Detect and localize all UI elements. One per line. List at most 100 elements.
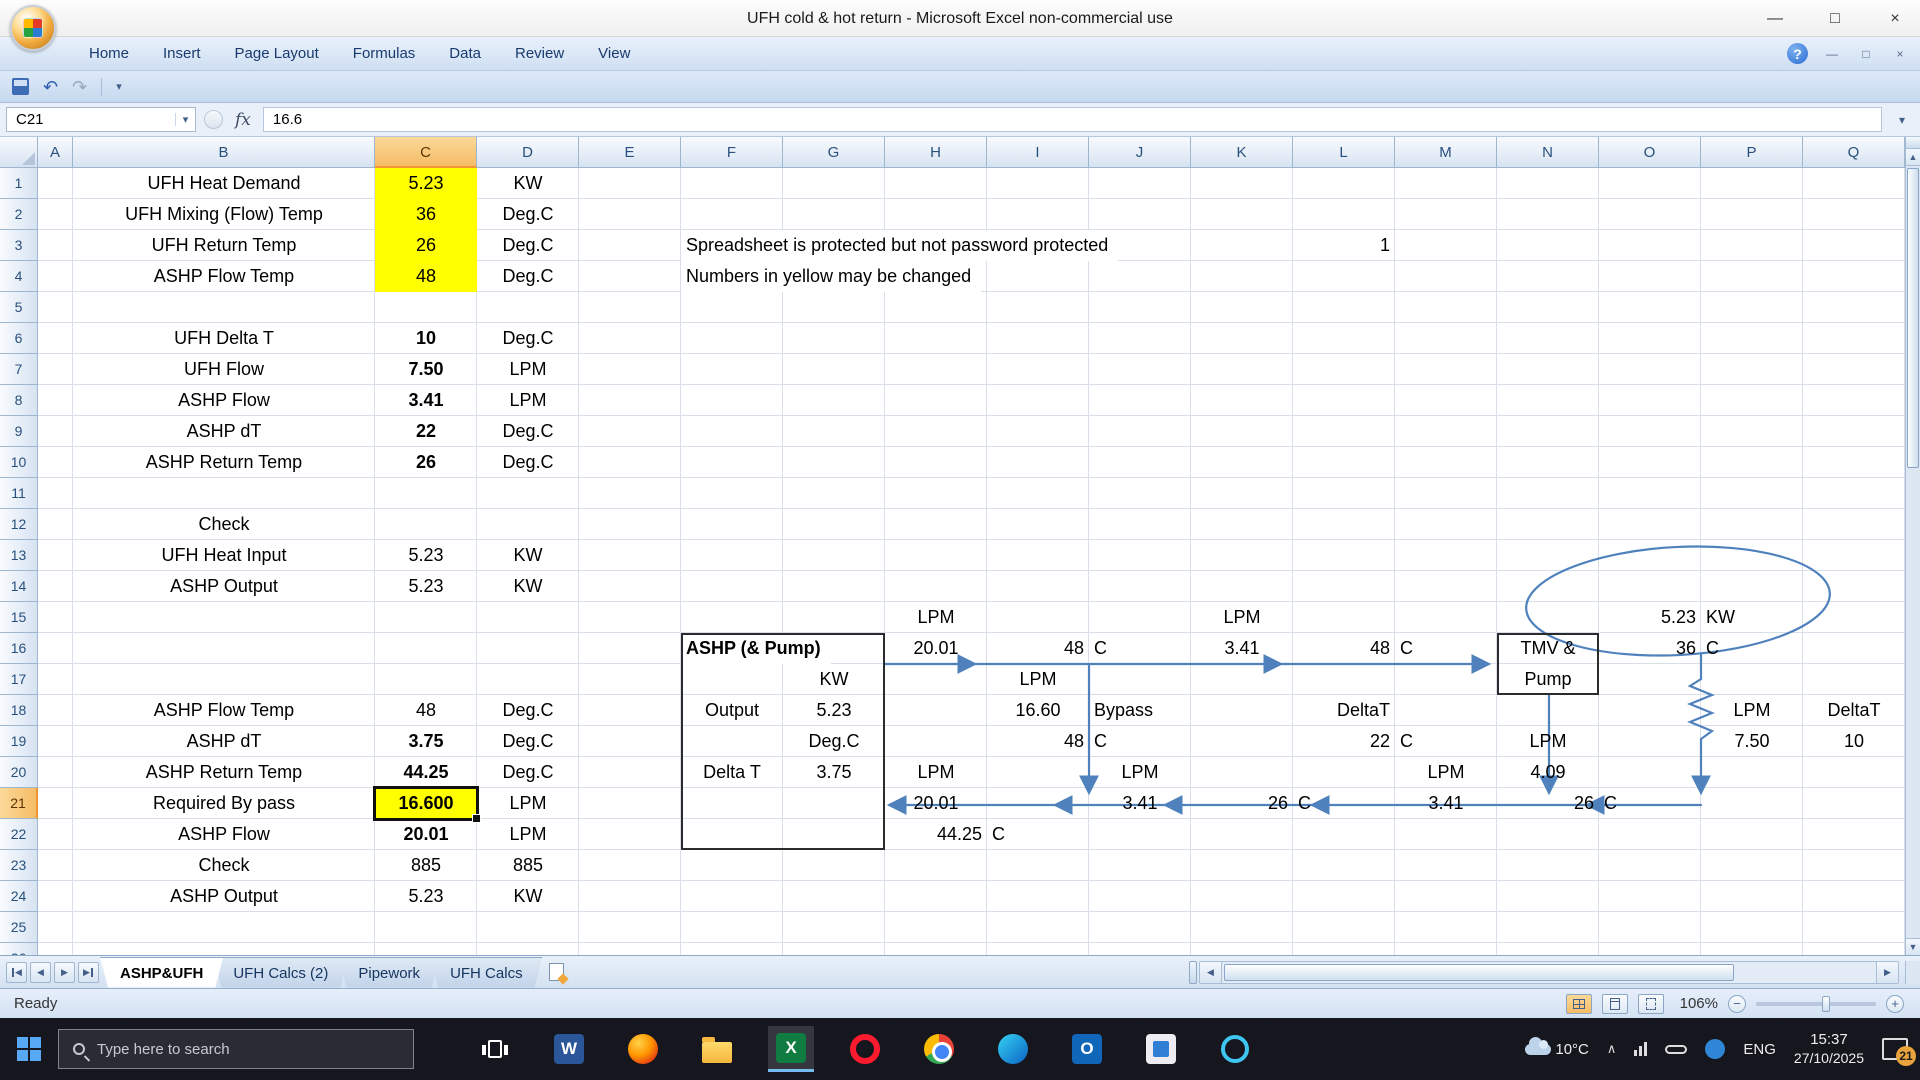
scroll-right-icon[interactable]: ▶ [1876, 961, 1898, 983]
tab-split-handle[interactable] [1189, 960, 1197, 984]
cell-D24[interactable]: KW [477, 881, 579, 912]
cell-B20[interactable]: ASHP Return Temp [73, 757, 375, 788]
cell-C8[interactable]: 3.41 [375, 385, 477, 416]
cell-K15[interactable]: LPM [1191, 602, 1293, 633]
cell-I18[interactable]: 16.60 [987, 695, 1089, 726]
cell-C20[interactable]: 44.25 [375, 757, 477, 788]
column-header-F[interactable]: F [681, 137, 783, 168]
cells-canvas[interactable]: UFH Heat Demand 5.23 KW UFH Mixing (Flow) T… [38, 168, 1905, 955]
cell-D20[interactable]: Deg.C [477, 757, 579, 788]
cell-C18[interactable]: 48 [375, 695, 477, 726]
network-icon[interactable] [1634, 1042, 1648, 1056]
cell-D1[interactable]: KW [477, 168, 579, 199]
row-header-15[interactable]: 15 [0, 602, 38, 633]
column-header-G[interactable]: G [783, 137, 885, 168]
row-header-23[interactable]: 23 [0, 850, 38, 881]
select-all-corner[interactable] [0, 137, 38, 168]
cell-B10[interactable]: ASHP Return Temp [73, 447, 375, 478]
name-box[interactable]: C21 ▾ [6, 107, 196, 132]
language-indicator[interactable]: ENG [1743, 1041, 1776, 1058]
cell-B4[interactable]: ASHP Flow Temp [73, 261, 375, 292]
row-header-19[interactable]: 19 [0, 726, 38, 757]
zoom-slider-thumb[interactable] [1822, 995, 1830, 1012]
column-header-I[interactable]: I [987, 137, 1089, 168]
ribbon-tab-home[interactable]: Home [72, 37, 146, 71]
column-header-B[interactable]: B [73, 137, 375, 168]
cell-B13[interactable]: UFH Heat Input [73, 540, 375, 571]
zoom-slider[interactable] [1756, 995, 1876, 1012]
cell-D8[interactable]: LPM [477, 385, 579, 416]
cell-D14[interactable]: KW [477, 571, 579, 602]
cell-B3[interactable]: UFH Return Temp [73, 230, 375, 261]
row-header-11[interactable]: 11 [0, 478, 38, 509]
cell-J20[interactable]: LPM [1089, 757, 1191, 788]
cell-M20[interactable]: LPM [1395, 757, 1497, 788]
row-header-10[interactable]: 10 [0, 447, 38, 478]
cell-C22[interactable]: 20.01 [375, 819, 477, 850]
cell-L18[interactable]: DeltaT [1293, 695, 1395, 726]
ashp-pump-box[interactable] [681, 633, 885, 850]
file-explorer-button[interactable] [694, 1026, 740, 1072]
cell-H16[interactable]: 20.01 [885, 633, 987, 664]
cell-D6[interactable]: Deg.C [477, 323, 579, 354]
word-app-button[interactable]: W [546, 1026, 592, 1072]
page-layout-view-button[interactable] [1602, 993, 1628, 1014]
sheet-tab-ashp-ufh[interactable]: ASHP&UFH [100, 957, 223, 988]
cell-B23[interactable]: Check [73, 850, 375, 881]
column-header-E[interactable]: E [579, 137, 681, 168]
cell-L19[interactable]: 22 [1293, 726, 1395, 757]
cell-L16[interactable]: 48 [1293, 633, 1395, 664]
row-header-1[interactable]: 1 [0, 168, 38, 199]
cell-C7[interactable]: 7.50 [375, 354, 477, 385]
ribbon-tab-data[interactable]: Data [432, 37, 498, 71]
row-header-14[interactable]: 14 [0, 571, 38, 602]
chrome-app-button[interactable] [916, 1026, 962, 1072]
redo-icon[interactable]: ↷ [72, 78, 87, 96]
row-header-20[interactable]: 20 [0, 757, 38, 788]
cell-J19[interactable]: C [1089, 726, 1191, 757]
cell-B24[interactable]: ASHP Output [73, 881, 375, 912]
column-header-Q[interactable]: Q [1803, 137, 1905, 168]
next-sheet-icon[interactable]: ▶ [54, 961, 75, 983]
cell-C23[interactable]: 885 [375, 850, 477, 881]
zoom-level[interactable]: 106% [1674, 995, 1718, 1012]
cell-D3[interactable]: Deg.C [477, 230, 579, 261]
action-center-button[interactable]: 21 [1882, 1038, 1916, 1066]
cell-I17[interactable]: LPM [987, 664, 1089, 695]
column-header-A[interactable]: A [38, 137, 73, 168]
cell-P18[interactable]: LPM [1701, 695, 1803, 726]
row-header-3[interactable]: 3 [0, 230, 38, 261]
cell-P16[interactable]: C [1701, 633, 1803, 664]
cell-O16[interactable]: 36 [1599, 633, 1701, 664]
cell-D10[interactable]: Deg.C [477, 447, 579, 478]
row-header-22[interactable]: 22 [0, 819, 38, 850]
cell-B6[interactable]: UFH Delta T [73, 323, 375, 354]
cell-K21[interactable]: 26 [1191, 788, 1293, 819]
zoom-in-button[interactable]: + [1886, 994, 1904, 1013]
formula-bar-button[interactable] [204, 110, 223, 129]
cell-B8[interactable]: ASHP Flow [73, 385, 375, 416]
row-header-9[interactable]: 9 [0, 416, 38, 447]
maximize-button[interactable]: □ [1818, 10, 1852, 28]
outlook-app-button[interactable]: O [1064, 1026, 1110, 1072]
cell-L21[interactable]: C [1293, 788, 1395, 819]
excel-app-button[interactable]: X [768, 1026, 814, 1072]
undo-icon[interactable]: ↶ [43, 78, 58, 96]
office-button[interactable] [10, 5, 56, 51]
row-header-26[interactable]: 26 [0, 943, 38, 955]
cell-D21[interactable]: LPM [477, 788, 579, 819]
teams-icon[interactable] [1705, 1039, 1726, 1059]
page-break-view-button[interactable] [1638, 993, 1664, 1014]
workbook-restore-button[interactable]: □ [1856, 47, 1876, 61]
cell-J21[interactable]: 3.41 [1089, 788, 1191, 819]
scroll-up-icon[interactable]: ▲ [1906, 149, 1920, 166]
taskbar-clock[interactable]: 15:37 27/10/2025 [1794, 1031, 1864, 1067]
cell-I22[interactable]: C [987, 819, 1089, 850]
row-header-13[interactable]: 13 [0, 540, 38, 571]
insert-function-icon[interactable]: fx [231, 110, 255, 130]
cell-O15[interactable]: 5.23 [1599, 602, 1701, 633]
cell-D2[interactable]: Deg.C [477, 199, 579, 230]
cell-N21[interactable]: 26 [1497, 788, 1599, 819]
cell-H21[interactable]: 20.01 [885, 788, 987, 819]
expand-formula-bar-icon[interactable]: ▾ [1890, 113, 1914, 127]
